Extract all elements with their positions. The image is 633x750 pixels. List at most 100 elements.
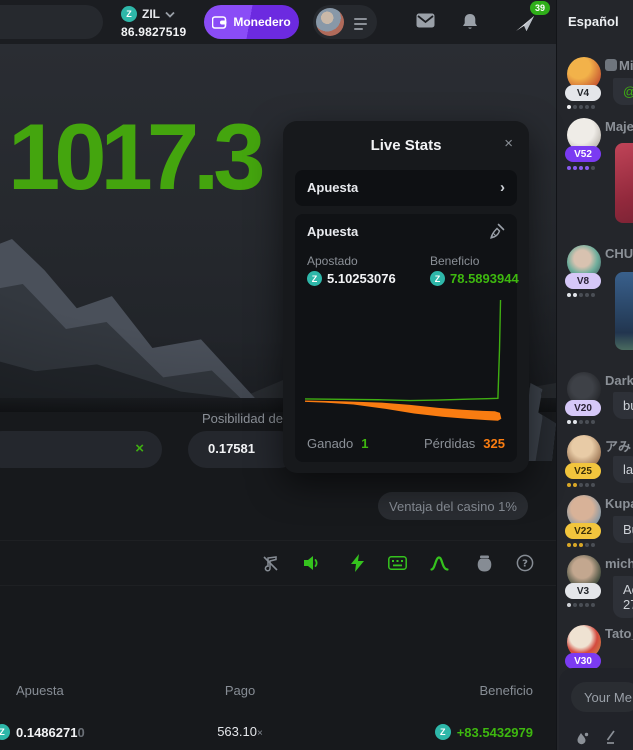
level-progress-dots <box>567 166 595 170</box>
sound-on-icon[interactable] <box>302 553 322 573</box>
search-box[interactable] <box>0 5 103 39</box>
currency-code: ZIL <box>142 7 160 21</box>
chat-username[interactable]: Mi <box>605 58 633 73</box>
profit-chart <box>305 296 507 428</box>
zil-coin-icon: Z <box>307 271 322 286</box>
bet-results: Apuesta Pago Beneficio Z 0.14862710 563.… <box>0 585 556 750</box>
chat-bubble: @ <box>613 78 633 105</box>
wallet-balance: 86.9827519 <box>121 25 191 39</box>
emote-icon <box>605 59 617 71</box>
bet-amount-cell: Z 0.14862710 <box>0 724 85 740</box>
rules-pencil-icon[interactable] <box>605 730 618 744</box>
top-bar: Z ZIL 86.9827519 Monedero 39 <box>0 0 556 44</box>
instant-bet-icon[interactable] <box>347 553 367 573</box>
level-progress-dots <box>567 420 595 424</box>
mention-text: @ <box>623 84 633 99</box>
level-progress-dots <box>567 483 595 487</box>
image-attachment[interactable] <box>615 272 633 350</box>
hotkeys-icon[interactable] <box>387 553 407 573</box>
avatar <box>316 8 344 36</box>
jar-icon[interactable] <box>474 553 494 573</box>
level-badge: V22 <box>565 523 601 539</box>
chat-username[interactable]: Tato_ <box>605 626 633 641</box>
chevron-down-icon <box>165 11 175 18</box>
bet-amount-trailing: 0 <box>77 725 84 740</box>
level-progress-dots <box>567 603 595 607</box>
zil-coin-icon: Z <box>121 6 137 22</box>
level-badge: V52 <box>565 146 601 162</box>
stats-mode-dropdown[interactable]: Apuesta › <box>295 170 517 206</box>
win-chance-input[interactable]: 0.17581 <box>188 431 298 468</box>
level-progress-dots <box>567 293 595 297</box>
profit-value: +83.5432979 <box>457 725 533 740</box>
multiplier-x-icon: × <box>135 440 144 457</box>
chat-username[interactable]: mich <box>605 556 633 571</box>
crash-multiplier: 1017.3 <box>8 110 260 204</box>
chat-username[interactable]: Dark <box>605 373 633 388</box>
chat-username[interactable]: アみ <box>605 436 631 455</box>
cashout-multiplier-input[interactable]: × <box>0 431 162 468</box>
panel-title: Live Stats <box>283 137 529 154</box>
bet-amount: 0.1486271 <box>16 725 77 740</box>
music-off-icon[interactable] <box>260 553 280 573</box>
level-badge: V25 <box>565 463 601 479</box>
chat-username[interactable]: Kupa <box>605 496 633 511</box>
losses-label: Pérdidas <box>424 436 475 451</box>
chat-username[interactable]: CHUZ <box>605 246 633 261</box>
chat-input-overlay: Your Me <box>559 668 633 750</box>
chevron-right-icon: › <box>500 179 505 196</box>
menu-icon <box>354 18 367 33</box>
language-selector[interactable]: Español <box>568 14 619 29</box>
bell-icon[interactable] <box>462 13 478 31</box>
stats-section-title: Apuesta <box>307 224 358 239</box>
house-edge-badge: Ventaja del casino 1% <box>378 492 528 520</box>
level-progress-dots <box>567 105 595 109</box>
rain-drop-icon[interactable] <box>576 730 589 745</box>
losses-value: 325 <box>483 436 505 451</box>
profit-cell: Z +83.5432979 <box>435 724 533 740</box>
win-chance-value: 0.17581 <box>208 441 255 456</box>
notification-badge: 39 <box>530 1 550 15</box>
level-badge: V4 <box>565 85 601 101</box>
chat-bubble: Ac27 <box>613 576 633 618</box>
image-attachment[interactable] <box>615 143 633 223</box>
payout-cell: 563.10× <box>205 724 275 739</box>
chat-sidebar: Español V4 Mi @ V52 Maje V8 CHUZ V20 Dar… <box>556 0 633 750</box>
wins-counter: Ganado 1 <box>307 436 369 451</box>
payout-value: 563.10 <box>217 724 257 739</box>
reset-broom-icon[interactable] <box>488 223 505 240</box>
chat-bubble: Bu <box>613 516 633 543</box>
close-icon[interactable]: × <box>504 135 513 152</box>
wallet-button[interactable]: Monedero <box>204 5 299 39</box>
wagered-value: Z 5.10253076 <box>307 271 396 286</box>
level-badge: V20 <box>565 400 601 416</box>
session-profit-value: Z 78.5893944 <box>430 271 519 286</box>
losses-counter: Pérdidas 325 <box>424 436 505 451</box>
chat-bubble: bu <box>613 392 633 419</box>
chat-username[interactable]: Maje <box>605 119 633 134</box>
wagered-label: Apostado <box>307 254 358 268</box>
wallet-button-label: Monedero <box>233 15 290 29</box>
wins-label: Ganado <box>307 436 353 451</box>
mail-icon[interactable] <box>416 13 435 28</box>
live-stats-icon[interactable] <box>429 553 449 573</box>
live-stats-panel: Live Stats × Apuesta › Apuesta Apostado … <box>283 121 529 473</box>
wallet-icon <box>212 16 227 29</box>
level-badge: V30 <box>565 653 601 669</box>
level-badge: V8 <box>565 273 601 289</box>
wins-value: 1 <box>361 436 368 451</box>
chat-message-input[interactable]: Your Me <box>571 682 633 712</box>
payout-x: × <box>257 728 263 739</box>
currency-selector[interactable]: Z ZIL 86.9827519 <box>121 6 191 40</box>
svg-text:?: ? <box>522 559 528 570</box>
bets-header-profit: Beneficio <box>480 683 533 698</box>
dropdown-value: Apuesta <box>307 180 358 195</box>
level-badge: V3 <box>565 583 601 599</box>
chat-toggle-icon[interactable] <box>514 15 536 33</box>
help-icon[interactable]: ? <box>515 553 535 573</box>
level-progress-dots <box>567 543 595 547</box>
zil-coin-icon: Z <box>430 271 445 286</box>
bets-header-bet: Apuesta <box>16 683 64 698</box>
profile-menu[interactable] <box>313 5 377 39</box>
stats-card: Apuesta Apostado Z 5.10253076 Beneficio … <box>295 214 517 462</box>
